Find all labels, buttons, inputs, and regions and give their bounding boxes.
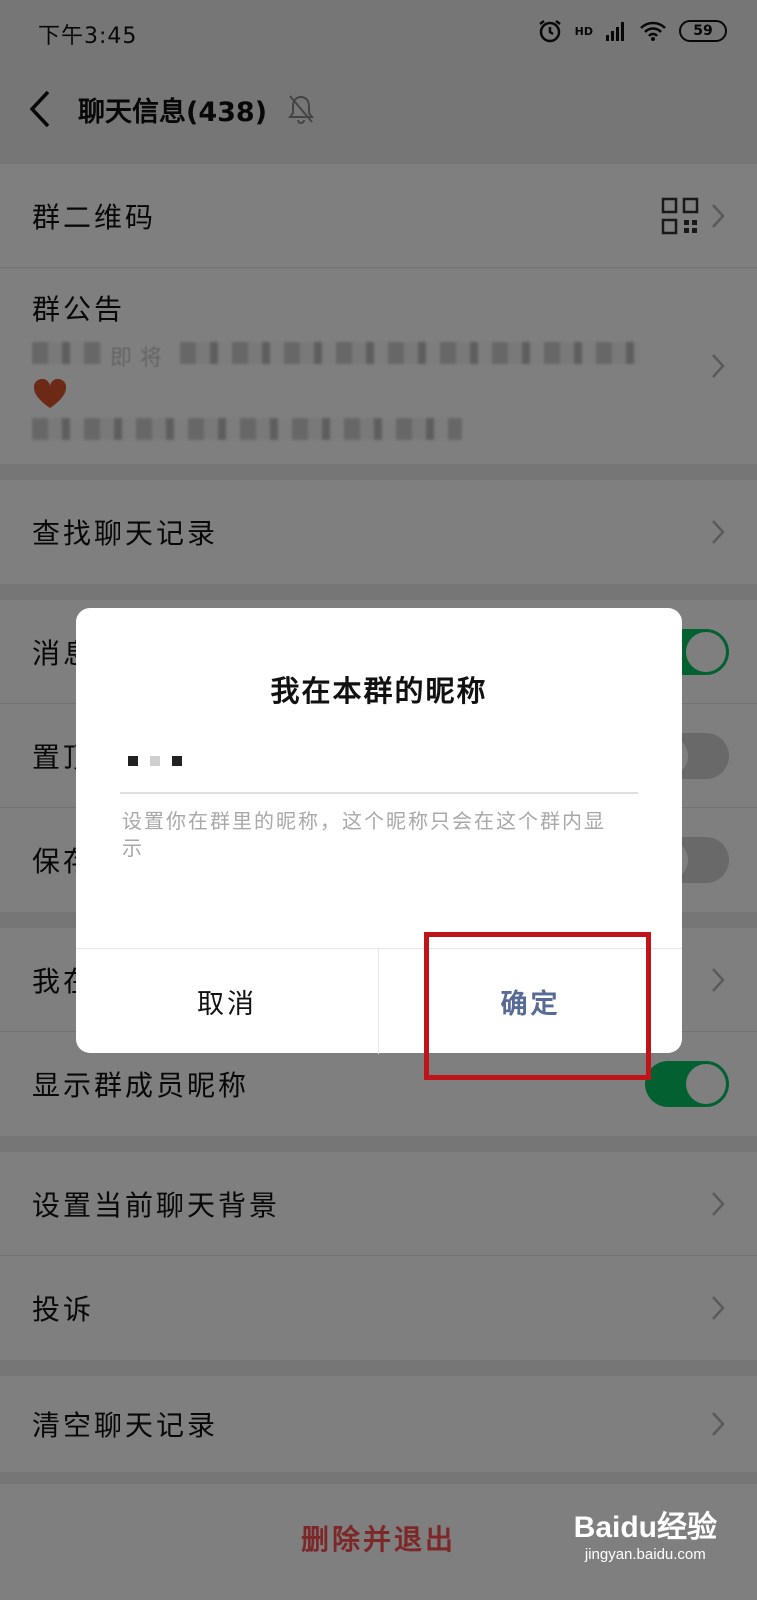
masked-nickname — [128, 756, 182, 766]
highlight-annotation-box — [424, 932, 651, 1080]
watermark-url: jingyan.baidu.com — [584, 1546, 706, 1563]
watermark-logo: Baidu经验 — [573, 1511, 717, 1544]
mask-dot — [150, 756, 160, 766]
mask-dot — [172, 756, 182, 766]
mask-dot — [128, 756, 138, 766]
baidu-watermark: Baidu经验 jingyan.baidu.com — [574, 1502, 717, 1563]
nickname-input[interactable] — [120, 734, 638, 794]
cancel-button[interactable]: 取消 — [76, 949, 379, 1054]
dialog-title: 我在本群的昵称 — [270, 674, 488, 708]
dialog-hint: 设置你在群里的昵称，这个昵称只会在这个群内显示 — [122, 809, 606, 860]
